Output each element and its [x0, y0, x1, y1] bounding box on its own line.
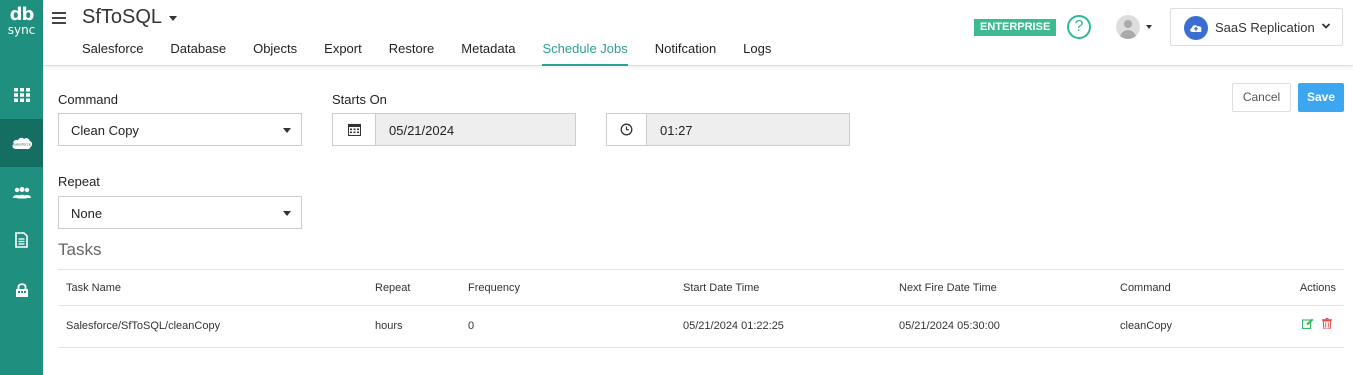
command-value: Clean Copy — [71, 123, 139, 138]
logo-text-bottom: sync — [7, 23, 36, 37]
grid-icon — [13, 88, 30, 102]
main-tabs: Salesforce Database Objects Export Resto… — [82, 41, 798, 66]
product-switcher[interactable]: SaaS Replication — [1170, 8, 1343, 46]
menu-icon[interactable] — [52, 12, 66, 24]
tab-objects[interactable]: Objects — [253, 41, 297, 66]
time-input-group: 01:27 — [606, 113, 850, 146]
svg-text:salesforce: salesforce — [13, 143, 31, 147]
salesforce-cloud-icon: salesforce — [11, 137, 32, 150]
frequency-cell: 0 — [468, 320, 475, 332]
sidebar-item-salesforce[interactable]: salesforce — [0, 119, 43, 167]
document-icon — [15, 232, 28, 248]
caret-down-icon — [283, 211, 291, 216]
time-field[interactable]: 01:27 — [647, 114, 849, 145]
edition-badge: ENTERPRISE — [974, 19, 1057, 36]
command-label: Command — [58, 92, 118, 107]
dbsync-logo[interactable]: db sync — [0, 6, 43, 46]
starts-on-label: Starts On — [332, 92, 387, 107]
app-switch-caret-icon[interactable] — [169, 16, 177, 21]
task-name-cell: Salesforce/SfToSQL/cleanCopy — [66, 320, 221, 332]
tab-salesforce[interactable]: Salesforce — [82, 41, 143, 66]
sidebar-item-users[interactable] — [0, 169, 43, 217]
user-menu-caret-icon[interactable] — [1146, 25, 1152, 29]
repeat-select[interactable]: None — [58, 196, 302, 229]
tab-logs[interactable]: Logs — [743, 41, 771, 66]
cloud-upload-icon — [1184, 16, 1208, 40]
column-header: Frequency — [468, 282, 520, 294]
save-button[interactable]: Save — [1298, 83, 1344, 112]
app-title[interactable]: SfToSQL — [82, 6, 162, 29]
tab-notification[interactable]: Notifcation — [655, 41, 716, 66]
avatar[interactable] — [1116, 15, 1140, 39]
logo-text-top: db — [9, 4, 35, 25]
chevron-down-icon — [1321, 23, 1331, 29]
column-header: Command — [1120, 282, 1171, 294]
tab-export[interactable]: Export — [324, 41, 362, 66]
left-sidebar: db sync salesforce — [0, 0, 43, 375]
repeat-cell: hours — [375, 320, 403, 332]
tab-schedule-jobs[interactable]: Schedule Jobs — [542, 41, 628, 66]
next-fire-date-cell: 05/21/2024 05:30:00 — [899, 320, 1000, 332]
calendar-icon[interactable] — [333, 114, 376, 145]
tab-database[interactable]: Database — [170, 41, 226, 66]
help-icon[interactable]: ? — [1067, 15, 1091, 39]
repeat-label: Repeat — [58, 174, 100, 189]
delete-icon[interactable] — [1322, 318, 1332, 329]
lock-icon — [15, 283, 28, 297]
tasks-table: Task Name Repeat Frequency Start Date Ti… — [58, 269, 1344, 348]
tasks-title: Tasks — [58, 240, 102, 259]
edit-icon[interactable] — [1302, 318, 1314, 329]
caret-down-icon — [283, 128, 291, 133]
column-header: Task Name — [66, 282, 122, 294]
sidebar-item-security[interactable] — [0, 266, 43, 314]
row-actions — [1302, 318, 1332, 329]
sidebar-item-dashboard[interactable] — [0, 71, 43, 119]
command-cell: cleanCopy — [1120, 320, 1172, 332]
start-date-cell: 05/21/2024 01:22:25 — [683, 320, 784, 332]
column-header: Start Date Time — [683, 282, 760, 294]
clock-icon[interactable] — [607, 114, 647, 145]
column-header: Actions — [1299, 282, 1336, 294]
column-header: Next Fire Date Time — [899, 282, 997, 294]
date-input-group: 05/21/2024 — [332, 113, 576, 146]
table-header-row: Task Name Repeat Frequency Start Date Ti… — [58, 269, 1344, 305]
top-header: SfToSQL Salesforce Database Objects Expo… — [43, 0, 1353, 66]
cancel-button[interactable]: Cancel — [1232, 83, 1291, 112]
command-select[interactable]: Clean Copy — [58, 113, 302, 146]
users-icon — [12, 187, 31, 199]
date-field[interactable]: 05/21/2024 — [376, 114, 575, 145]
tab-metadata[interactable]: Metadata — [461, 41, 515, 66]
table-row: Salesforce/SfToSQL/cleanCopy hours 0 05/… — [58, 305, 1344, 348]
sidebar-item-documents[interactable] — [0, 216, 43, 264]
column-header: Repeat — [375, 282, 411, 294]
product-switcher-label: SaaS Replication — [1215, 20, 1315, 35]
repeat-value: None — [71, 206, 103, 221]
tab-restore[interactable]: Restore — [389, 41, 435, 66]
